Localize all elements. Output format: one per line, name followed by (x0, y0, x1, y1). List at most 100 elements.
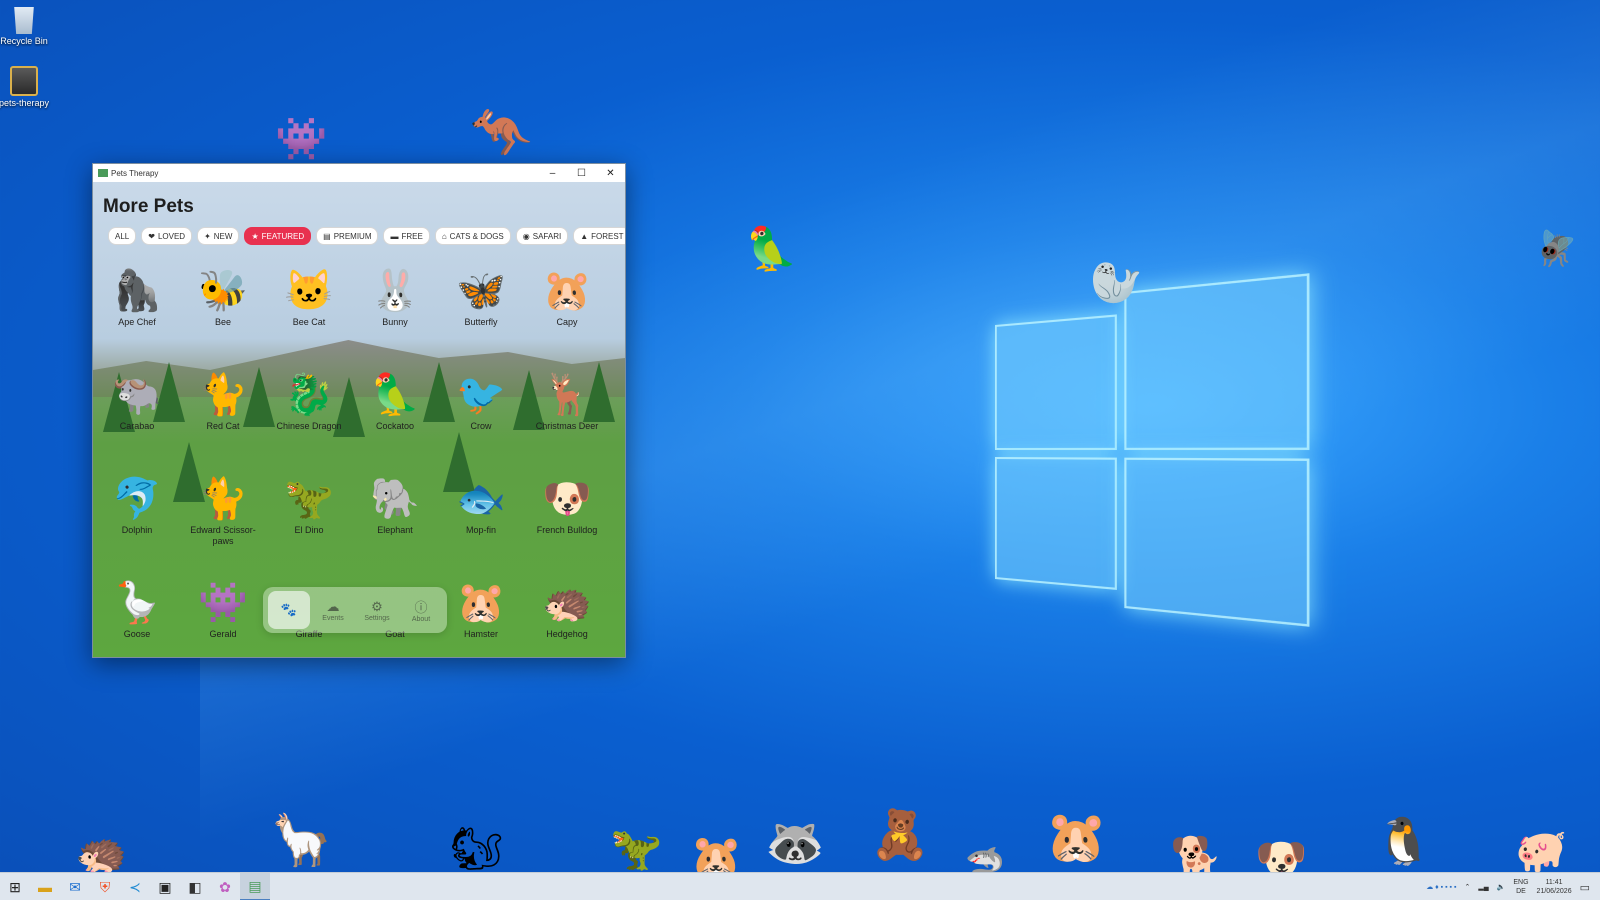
pet-card[interactable]: 🐟 Mop-fin (440, 475, 522, 536)
pet-card[interactable]: 🐹 Capy (526, 267, 608, 328)
filter-chip-forest[interactable]: ▲ FOREST (573, 227, 625, 245)
pet-name: Chinese Dragon (276, 421, 342, 431)
pet-card[interactable]: 👾 Gerald (182, 579, 264, 640)
window-titlebar[interactable]: Pets Therapy – ☐ ✕ (93, 164, 625, 182)
desktop-pet-raccoon[interactable]: 🦝 (765, 820, 825, 868)
pet-card[interactable]: 🦍 Ape Chef (96, 267, 178, 328)
lang-code: ENG (1513, 879, 1529, 886)
about-icon: ⓘ (414, 600, 428, 615)
pet-card[interactable]: 🐈 Red Cat (182, 371, 264, 432)
desktop-icon-label: pets-therapy (0, 98, 50, 108)
nav-label: Settings (364, 614, 390, 622)
desktop-pet-squirrel[interactable]: 🐿 (450, 828, 503, 870)
pet-sprite-icon: 🐹 (542, 269, 592, 313)
desktop-pet-fly[interactable]: 🪰 (1535, 232, 1577, 266)
nav-pets[interactable]: 🐾 (268, 591, 310, 629)
filter-chip-new[interactable]: ✦ NEW (197, 227, 240, 245)
pet-sprite-icon: 🐬 (112, 477, 162, 521)
filter-chip-loved[interactable]: ❤ LOVED (141, 227, 193, 245)
pet-sprite-icon: 🐈 (198, 477, 248, 521)
taskbar-pets-therapy[interactable]: ▤ (240, 873, 270, 900)
pet-name: Gerald (209, 629, 237, 639)
code-icon: ≺ (129, 878, 141, 895)
desktop-icon-recycle-bin[interactable]: Recycle Bin (0, 4, 54, 46)
volume-icon[interactable]: 🔈 (1497, 883, 1506, 891)
pet-card[interactable]: 🐬 Dolphin (96, 475, 178, 536)
settings-icon: ⚙ (371, 598, 383, 614)
pet-name: Hamster (463, 629, 498, 639)
filter-icon: ★ (251, 231, 259, 241)
desktop-pet-armadillo[interactable]: 🦔 (75, 832, 127, 874)
taskbar-file-explorer[interactable]: ▬ (30, 873, 60, 900)
pet-card[interactable]: 🐈 Edward Scissor-paws (182, 475, 264, 547)
tray-icons[interactable]: ☁ ♦ ▪ ▪ ▪ ▪ (1426, 883, 1456, 891)
filter-chip-cats-dogs[interactable]: ⌂ CATS & DOGS (434, 227, 511, 245)
network-icon[interactable]: ▂▄ (1478, 883, 1488, 891)
palette-icon: ✿ (219, 878, 231, 895)
taskbar-terminal[interactable]: ▣ (150, 873, 180, 900)
maximize-button[interactable]: ☐ (567, 168, 596, 179)
desktop-pet-capy[interactable]: 🐹 (1045, 812, 1107, 862)
desktop-pet-dino[interactable]: 🦖 (610, 828, 662, 870)
taskbar-vscode[interactable]: ≺ (120, 873, 150, 900)
pet-card[interactable]: 🐰 Bunny (354, 267, 436, 328)
start-button[interactable]: ⊞ (0, 873, 30, 900)
pet-card[interactable]: 🦖 El Dino (268, 475, 350, 536)
pet-card[interactable]: 🐶 French Bulldog (526, 475, 608, 536)
desktop-pet-pig[interactable]: 🐖 (1515, 830, 1567, 872)
pet-card[interactable]: 🐃 Carabao (96, 371, 178, 432)
language-indicator[interactable]: ENG DE (1513, 878, 1528, 896)
page-title: More Pets (103, 196, 194, 217)
taskbar-brave[interactable]: ⛨ (90, 873, 120, 900)
desktop-pet-parrot[interactable]: 🦜 (745, 228, 797, 270)
filter-chip-premium[interactable]: ▤ PREMIUM (316, 227, 379, 245)
desktop-pet-kangaroo[interactable]: 🦘 (470, 108, 532, 158)
close-button[interactable]: ✕ (596, 168, 625, 179)
clock[interactable]: 11:41 21/06/2026 (1537, 878, 1572, 896)
pet-name: Dolphin (121, 525, 153, 535)
pet-name: Butterfly (464, 317, 498, 327)
pet-card[interactable]: 🐉 Chinese Dragon (268, 371, 350, 432)
show-hidden-icons-chevron-icon[interactable]: ⌃ (1464, 883, 1470, 891)
pet-card[interactable]: 🦌 Christmas Deer (526, 371, 608, 432)
pet-name: Hedgehog (546, 629, 588, 639)
filter-chip-safari[interactable]: ◉ SAFARI (515, 227, 569, 245)
desktop-pet-bear[interactable]: 🧸 (870, 812, 930, 860)
app-icon (98, 169, 108, 177)
pet-card[interactable]: 🐱 Bee Cat (268, 267, 350, 328)
taskbar-paint[interactable]: ✿ (210, 873, 240, 900)
filter-label: ALL (115, 231, 130, 241)
desktop-icon-pets-therapy[interactable]: pets-therapy (0, 66, 54, 108)
pets-gallery: More Pets ALL ❤ LOVED ✦ NEW ★ FEATURED ▤ PREMIUM… (93, 182, 625, 657)
notification-icon[interactable]: ▭ (1580, 881, 1590, 894)
desktop-pet-alpaca[interactable]: 🦙 (270, 815, 332, 865)
filter-icon: ❤ (148, 231, 155, 241)
filter-chip-all[interactable]: ALL (108, 227, 137, 245)
taskbar-outlook[interactable]: ✉ (60, 873, 90, 900)
region-code: DE (1516, 888, 1526, 895)
taskbar-notes[interactable]: ◧ (180, 873, 210, 900)
pet-card[interactable]: 🦜 Cockatoo (354, 371, 436, 432)
minimize-button[interactable]: – (538, 168, 567, 179)
pet-card[interactable]: 🐹 Hamster (440, 579, 522, 640)
pet-card[interactable]: 🐝 Bee (182, 267, 264, 328)
desktop-pet-seal[interactable]: 🦭 (1090, 262, 1142, 304)
nav-about[interactable]: ⓘ About (400, 591, 442, 629)
pet-card[interactable]: 🐦 Crow (440, 371, 522, 432)
filter-chip-free[interactable]: ▬ FREE (383, 227, 430, 245)
desktop-icon-label: Recycle Bin (0, 36, 48, 46)
pet-sprite-icon: 🐟 (456, 477, 506, 521)
pet-sprite-icon: 🐱 (284, 269, 334, 313)
pet-card[interactable]: 🦋 Butterfly (440, 267, 522, 328)
mail-icon: ✉ (69, 878, 81, 895)
desktop-pet-penguin[interactable]: 🐧 (1375, 818, 1432, 864)
nav-events[interactable]: ☁ Events (312, 591, 354, 629)
filter-chip-featured[interactable]: ★ FEATURED (244, 227, 312, 245)
pet-card[interactable]: 🦔 Hedgehog (526, 579, 608, 640)
desktop-pet-gerald[interactable]: 👾 (275, 118, 327, 160)
pets-therapy-window[interactable]: Pets Therapy – ☐ ✕ More Pets ALL ❤ LOVED ✦ N… (92, 163, 626, 658)
pet-card[interactable]: 🪿 Goose (96, 579, 178, 640)
nav-settings[interactable]: ⚙ Settings (356, 591, 398, 629)
app-shortcut-icon (10, 66, 38, 96)
pet-card[interactable]: 🐘 Elephant (354, 475, 436, 536)
